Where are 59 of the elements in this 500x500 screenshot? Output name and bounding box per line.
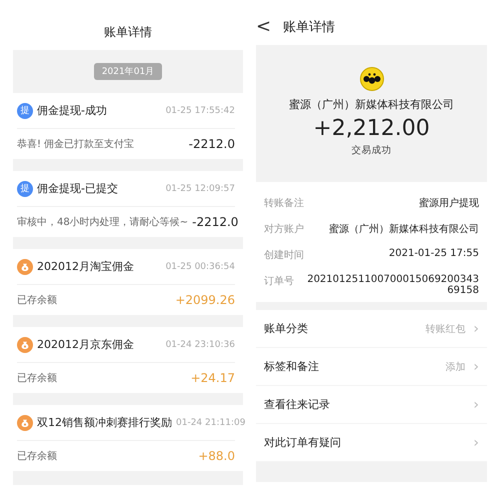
field-value: 2021-01-25 17:55 — [388, 248, 479, 259]
transaction-amount: -2212.0 — [192, 215, 238, 229]
transaction-time: 01-25 12:09:57 — [166, 184, 235, 194]
menu-value: 添加 — [445, 360, 466, 374]
menu-label: 对此订单有疑问 — [264, 435, 341, 450]
menu-row[interactable]: 查看往来记录 › — [256, 386, 487, 424]
transaction-time: 01-24 23:10:36 — [166, 340, 235, 350]
transaction-note: 已存余额 — [17, 294, 57, 307]
transaction-time: 01-25 17:55:42 — [166, 106, 235, 116]
transaction-card[interactable]: 202012月京东佣金 01-24 23:10:36 已存余额 +24.17 — [13, 327, 243, 393]
transaction-card[interactable]: 双12销售额冲刺赛排行奖励 01-24 21:11:09 已存余额 +88.0 — [13, 405, 243, 471]
transaction-card[interactable]: 提 佣金提现-成功 01-25 17:55:42 恭喜! 佣金已打款至支付宝 -2212.0 — [13, 93, 243, 159]
field-label: 对方账户 — [264, 222, 304, 236]
withdraw-badge: 提 — [17, 180, 33, 196]
transaction-title: 202012月京东佣金 — [37, 337, 135, 352]
menu-label: 标签和备注 — [264, 359, 319, 374]
money-bag-icon — [17, 258, 33, 274]
field-label: 订单号 — [264, 274, 294, 288]
transaction-amount: +2,212.00 — [313, 116, 430, 141]
transaction-time: 01-25 00:36:54 — [166, 262, 235, 272]
field-label: 转账备注 — [264, 196, 304, 210]
field-value: 蜜源用户提现 — [419, 196, 479, 210]
chevron-icon: › — [473, 358, 479, 374]
transaction-amount: +88.0 — [198, 449, 235, 463]
transaction-time: 01-24 21:11:09 — [176, 418, 246, 428]
transaction-title: 佣金提现-已提交 — [37, 181, 119, 196]
chevron-icon: › — [473, 434, 479, 450]
field-value: 20210125110070001506920034369158 — [307, 274, 479, 296]
transaction-amount: +2099.26 — [175, 293, 235, 307]
transaction-note: 已存余额 — [17, 450, 57, 463]
transaction-status: 交易成功 — [352, 144, 392, 157]
menu-label: 账单分类 — [264, 321, 308, 336]
chevron-icon: › — [473, 320, 479, 336]
transaction-amount: -2212.0 — [188, 137, 235, 151]
field-label: 创建时间 — [264, 248, 304, 262]
screen-title: 账单详情 — [283, 18, 336, 36]
money-bag-icon — [17, 336, 33, 352]
transaction-note: 已存余额 — [17, 372, 57, 385]
money-bag-icon — [17, 414, 33, 430]
transaction-amount: +24.17 — [190, 371, 235, 385]
menu-row[interactable]: 账单分类 转账红包 › — [256, 310, 487, 348]
logo-icon — [360, 67, 384, 91]
menu-value: 转账红包 — [425, 322, 466, 336]
transaction-card[interactable]: 202012月淘宝佣金 01-25 00:36:54 已存余额 +2099.26 — [13, 249, 243, 315]
transaction-note: 恭喜! 佣金已打款至支付宝 — [17, 138, 134, 151]
chevron-icon: › — [473, 396, 479, 412]
back-button[interactable]: < — [256, 18, 272, 36]
field-value: 蜜源（广州）新媒体科技有限公司 — [329, 222, 479, 236]
transaction-title: 双12销售额冲刺赛排行奖励 — [37, 415, 172, 430]
withdraw-badge: 提 — [17, 102, 33, 118]
month-label: 2021年01月 — [94, 63, 162, 80]
menu-row[interactable]: 标签和备注 添加 › — [256, 348, 487, 386]
transaction-note: 审核中，48小时内处理，请耐心等候~ — [17, 216, 188, 229]
transaction-title: 佣金提现-成功 — [37, 103, 108, 118]
payer-name: 蜜源（广州）新媒体科技有限公司 — [289, 97, 454, 112]
menu-label: 查看往来记录 — [264, 397, 330, 412]
screen-title: 账单详情 — [103, 24, 153, 40]
transaction-card[interactable]: 提 佣金提现-已提交 01-25 12:09:57 审核中，48小时内处理，请耐心等候~ -2212.0 — [13, 171, 243, 237]
transaction-title: 202012月淘宝佣金 — [37, 259, 135, 274]
